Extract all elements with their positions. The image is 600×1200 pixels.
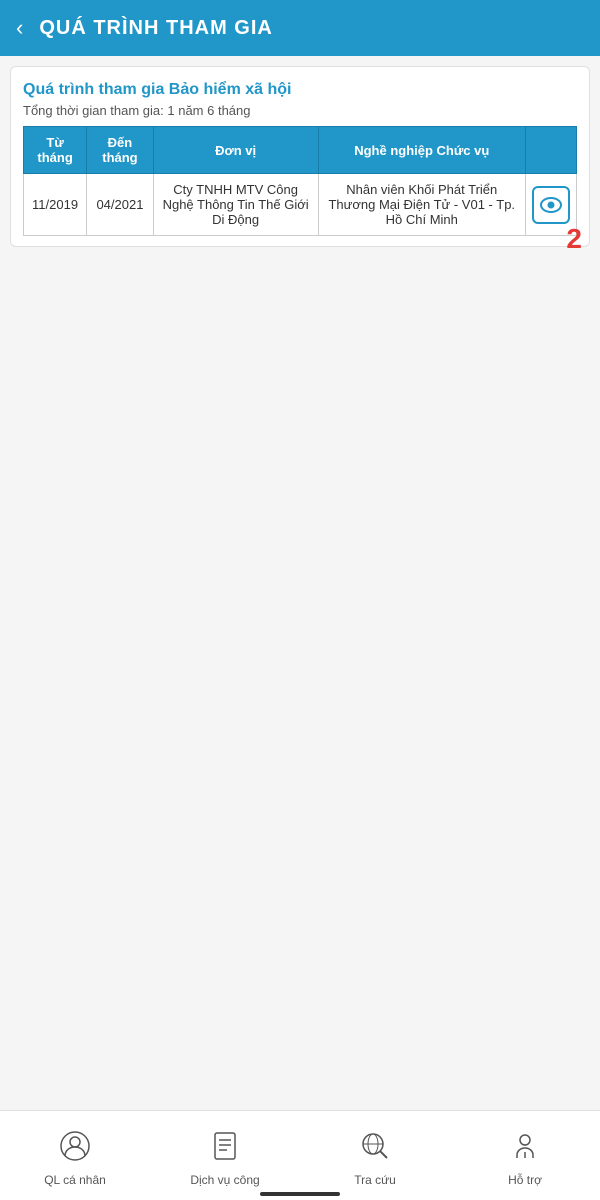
eye-icon (540, 197, 562, 213)
col-occupation: Nghề nghiệp Chức vụ (318, 127, 525, 174)
nav-ql-ca-nhan-label: QL cá nhân (44, 1173, 106, 1187)
col-unit: Đơn vị (153, 127, 318, 174)
cell-from: 11/2019 (24, 174, 87, 236)
search-globe-icon (359, 1130, 391, 1162)
back-button[interactable]: ‹ (16, 15, 23, 41)
document-icon (209, 1130, 241, 1162)
bottom-navigation: QL cá nhân Dịch vụ công Tra cứu (0, 1110, 600, 1200)
marker-two: 2 (566, 225, 582, 253)
cell-occupation: Nhân viên Khối Phát Triển Thương Mại Điệ… (318, 174, 525, 236)
person-circle-icon (59, 1130, 91, 1162)
app-header: ‹ QUÁ TRÌNH THAM GIA (0, 0, 600, 56)
nav-dich-vu-cong[interactable]: Dịch vụ công (150, 1124, 300, 1187)
nav-tra-cuu-label: Tra cứu (354, 1173, 396, 1187)
cell-to: 04/2021 (87, 174, 154, 236)
col-from: Từ tháng (24, 127, 87, 174)
support-icon (509, 1130, 541, 1162)
nav-tra-cuu-icon (359, 1130, 391, 1169)
nav-dich-vu-cong-icon (209, 1130, 241, 1169)
nav-dich-vu-cong-label: Dịch vụ công (190, 1173, 259, 1187)
insurance-table: Từ tháng Đến tháng Đơn vị Nghề nghiệp Ch… (23, 126, 577, 236)
main-content: Quá trình tham gia Bảo hiểm xã hội Tổng … (0, 56, 600, 1110)
nav-ho-tro-label: Hỗ trợ (508, 1173, 542, 1187)
nav-ql-ca-nhan[interactable]: QL cá nhân (0, 1124, 150, 1187)
nav-ql-ca-nhan-icon (59, 1130, 91, 1169)
section-subtitle: Tổng thời gian tham gia: 1 năm 6 tháng (23, 103, 577, 118)
nav-ho-tro-icon (509, 1130, 541, 1169)
cell-unit: Cty TNHH MTV Công Nghệ Thông Tin Thế Giớ… (153, 174, 318, 236)
col-to: Đến tháng (87, 127, 154, 174)
section-title: Quá trình tham gia Bảo hiểm xã hội (23, 81, 577, 99)
page-title: QUÁ TRÌNH THAM GIA (39, 17, 273, 40)
table-row: 11/2019 04/2021 Cty TNHH MTV Công Nghệ T… (24, 174, 577, 236)
col-action (526, 127, 577, 174)
table-header-row: Từ tháng Đến tháng Đơn vị Nghề nghiệp Ch… (24, 127, 577, 174)
nav-ho-tro[interactable]: Hỗ trợ (450, 1124, 600, 1187)
nav-home-indicator (260, 1192, 340, 1196)
cell-eye[interactable]: 2 (526, 174, 577, 236)
section-box: Quá trình tham gia Bảo hiểm xã hội Tổng … (10, 66, 590, 247)
nav-tra-cuu[interactable]: Tra cứu (300, 1124, 450, 1187)
view-detail-button[interactable] (532, 186, 570, 224)
